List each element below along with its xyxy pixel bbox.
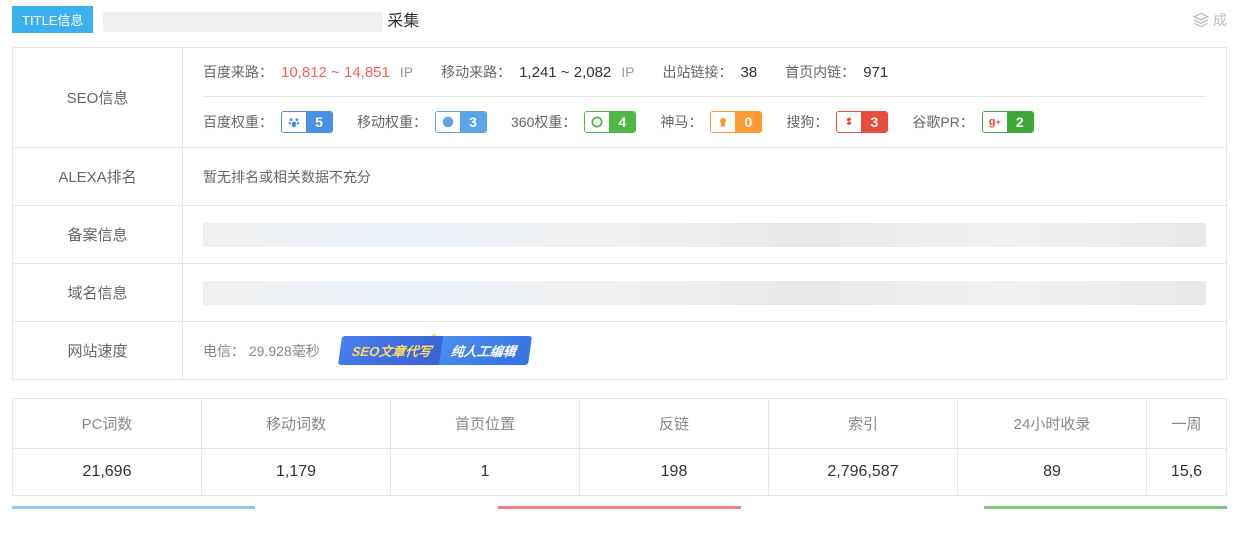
seo-info-label: SEO信息 — [13, 48, 183, 148]
title-info-tag: TITLE信息 — [12, 6, 93, 33]
bar-segment — [255, 506, 498, 509]
speed-value: 电信： 29.928毫秒 SEO文章代写 纯人工编辑 — [183, 322, 1227, 380]
sogou-weight-badge: 3 — [836, 111, 888, 133]
alexa-value: 暂无排名或相关数据不充分 — [183, 148, 1227, 206]
alexa-label: ALEXA排名 — [13, 148, 183, 206]
beian-label: 备案信息 — [13, 206, 183, 264]
360-weight-badge: 4 — [584, 111, 636, 133]
bottom-color-bars — [12, 506, 1227, 509]
seo-metrics-row: 百度来路： 10,812 ~ 14,851 IP 移动来路： 1,241 ~ 2… — [203, 62, 1206, 97]
stat-header-week: 一周 — [1147, 399, 1227, 449]
mobile-source-item: 移动来路： 1,241 ~ 2,082 IP — [441, 62, 634, 82]
google-plus-icon: g+ — [983, 112, 1007, 132]
360-icon — [585, 112, 609, 132]
domain-label: 域名信息 — [13, 264, 183, 322]
seo-info-value: 百度来路： 10,812 ~ 14,851 IP 移动来路： 1,241 ~ 2… — [183, 48, 1227, 148]
stat-pc-value[interactable]: 21,696 — [13, 449, 202, 496]
top-right-action[interactable]: 成 — [1193, 10, 1227, 30]
inlink-value: 971 — [863, 64, 888, 81]
stat-24h-value[interactable]: 89 — [958, 449, 1147, 496]
baidu-mobile-icon — [436, 112, 460, 132]
bar-segment — [741, 506, 984, 509]
mobile-source-value: 1,241 ~ 2,082 — [519, 64, 611, 81]
domain-value — [183, 264, 1227, 322]
stats-table: PC词数 移动词数 首页位置 反链 索引 24小时收录 一周 21,696 1,… — [12, 398, 1227, 496]
stat-header-pc: PC词数 — [13, 399, 202, 449]
beian-value — [183, 206, 1227, 264]
baidu-weight-item[interactable]: 百度权重： 5 — [203, 111, 333, 133]
sogou-icon — [837, 112, 861, 132]
stat-header-homepage: 首页位置 — [391, 399, 580, 449]
stat-week-value[interactable]: 15,6 — [1147, 449, 1227, 496]
stat-index-value[interactable]: 2,796,587 — [769, 449, 958, 496]
seo-weights-row: 百度权重： 5 移动权重： 3 360权重： — [203, 111, 1206, 133]
bar-segment — [984, 506, 1227, 509]
stat-homepage-value[interactable]: 1 — [391, 449, 580, 496]
speed-text: 电信： 29.928毫秒 — [203, 341, 320, 361]
stats-header-row: PC词数 移动词数 首页位置 反链 索引 24小时收录 一周 — [13, 399, 1227, 449]
baidu-source-value: 10,812 ~ 14,851 — [281, 64, 390, 81]
page-title: 采集 — [103, 7, 419, 32]
shenma-icon — [711, 112, 735, 132]
outbound-item: 出站链接： 38 — [663, 62, 758, 82]
stat-header-24h: 24小时收录 — [958, 399, 1147, 449]
stat-header-mobile: 移动词数 — [202, 399, 391, 449]
stat-header-index: 索引 — [769, 399, 958, 449]
baidu-source-item: 百度来路： 10,812 ~ 14,851 IP — [203, 62, 413, 82]
sogou-weight-item[interactable]: 搜狗： 3 — [786, 111, 888, 133]
baidu-paw-icon — [282, 112, 306, 132]
stat-backlink-value[interactable]: 198 — [580, 449, 769, 496]
stats-value-row: 21,696 1,179 1 198 2,796,587 89 15,6 — [13, 449, 1227, 496]
baidu-weight-badge: 5 — [281, 111, 333, 133]
redacted-content — [203, 281, 1206, 305]
stat-mobile-value[interactable]: 1,179 — [202, 449, 391, 496]
bar-segment — [12, 506, 255, 509]
header-bar: TITLE信息 采集 成 — [0, 0, 1239, 39]
stat-header-backlink: 反链 — [580, 399, 769, 449]
seo-info-table: SEO信息 百度来路： 10,812 ~ 14,851 IP 移动来路： 1,2… — [12, 47, 1227, 380]
mobile-weight-item[interactable]: 移动权重： 3 — [357, 111, 487, 133]
shenma-weight-item[interactable]: 神马： 0 — [660, 111, 762, 133]
layers-icon — [1193, 12, 1209, 28]
shenma-weight-badge: 0 — [710, 111, 762, 133]
mobile-weight-badge: 3 — [435, 111, 487, 133]
outbound-value: 38 — [741, 64, 758, 81]
google-pr-badge: g+ 2 — [982, 111, 1034, 133]
seo-promo-banner[interactable]: SEO文章代写 纯人工编辑 — [340, 337, 530, 365]
redacted-content — [203, 223, 1206, 247]
360-weight-item[interactable]: 360权重： 4 — [511, 111, 636, 133]
speed-label: 网站速度 — [13, 322, 183, 380]
google-pr-item[interactable]: 谷歌PR： g+ 2 — [912, 111, 1033, 133]
redacted-title — [103, 12, 383, 32]
bar-segment — [498, 506, 741, 509]
inlink-item: 首页内链： 971 — [785, 62, 888, 82]
